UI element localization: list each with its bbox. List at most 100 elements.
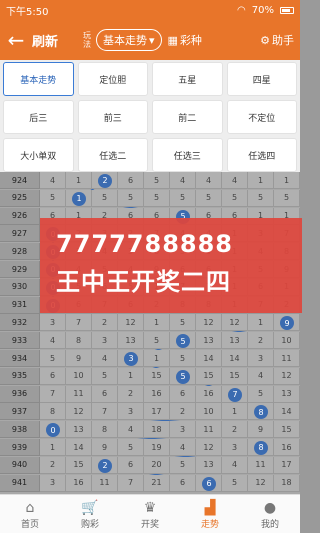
table-cell: 12	[222, 314, 248, 332]
table-row: 9323721215121219	[0, 314, 300, 332]
table-cell: 17	[274, 456, 300, 474]
issue-number: 929	[0, 261, 40, 278]
menu-item-7[interactable]: 不定位	[226, 100, 297, 134]
table-cell: 6	[170, 474, 196, 492]
menu-item-6[interactable]: 前二	[152, 100, 223, 134]
issue-number: 940	[0, 456, 40, 474]
wifi-icon: ◠	[237, 4, 246, 16]
menu-item-9[interactable]: 任选二	[77, 138, 148, 172]
winning-number-ball: 5	[176, 334, 190, 349]
table-cell: 16	[196, 385, 222, 403]
table-cell: 11	[274, 350, 300, 367]
table-cell: 5	[170, 189, 196, 207]
table-cell: 1	[144, 350, 170, 367]
table-row: 9345943151414311	[0, 350, 300, 367]
table-row: 93671162166167513	[0, 385, 300, 403]
back-arrow-icon[interactable]: ←	[0, 28, 32, 52]
grid-icon: ▦	[167, 33, 178, 47]
table-cell: 15	[66, 456, 92, 474]
menu-item-4[interactable]: 后三	[3, 100, 74, 134]
winning-number-ball: 0	[46, 423, 60, 438]
table-cell: 13	[196, 456, 222, 474]
tab-cart[interactable]: 🛒 购彩	[60, 495, 120, 533]
menu-item-11[interactable]: 任选四	[226, 138, 297, 172]
table-cell: 9	[248, 421, 274, 439]
menu-item-10[interactable]: 任选三	[152, 138, 223, 172]
tab-label: 走势	[200, 519, 219, 530]
trend-icon: ▟	[204, 499, 216, 516]
tab-label: 开奖	[140, 519, 159, 530]
menu-item-2[interactable]: 五星	[152, 62, 223, 96]
table-cell: 12	[248, 474, 274, 492]
table-cell: 7	[118, 474, 144, 492]
cart-icon: 🛒	[81, 499, 99, 516]
tab-home[interactable]: ⌂ 首页	[0, 495, 60, 533]
table-cell: 19	[144, 439, 170, 456]
tab-person[interactable]: ● 我的	[240, 495, 300, 533]
table-cell: 5	[144, 172, 170, 189]
tab-label: 我的	[260, 519, 279, 530]
battery-icon	[280, 6, 294, 14]
table-cell: 15	[144, 367, 170, 385]
table-cell: 3	[118, 403, 144, 421]
table-cell: 14	[196, 350, 222, 367]
table-cell: 5	[248, 189, 274, 207]
tab-label: 首页	[20, 519, 39, 530]
table-cell: 16	[274, 439, 300, 456]
refresh-button[interactable]: 刷新	[32, 31, 76, 50]
home-icon: ⌂	[25, 499, 35, 516]
ad-overlay-banner[interactable]: 7777788888 王中王开奖二四	[40, 218, 302, 313]
menu-item-3[interactable]: 四星	[226, 62, 297, 96]
play-type-select[interactable]: 基本走势 ▾	[96, 29, 162, 51]
person-icon: ●	[263, 499, 277, 516]
table-cell: 13	[196, 332, 222, 350]
table-cell: 6	[118, 456, 144, 474]
helper-button[interactable]: ⚙ 助手	[260, 32, 294, 48]
menu-item-1[interactable]: 定位胆	[77, 62, 148, 96]
table-cell: 14	[66, 439, 92, 456]
table-cell: 1	[248, 314, 274, 332]
table-cell: 12	[196, 439, 222, 456]
issue-number: 926	[0, 207, 40, 225]
table-cell: 15	[222, 367, 248, 385]
helper-label: 助手	[272, 34, 294, 47]
winning-number-ball: 6	[202, 476, 216, 491]
table-cell: 1	[222, 403, 248, 421]
table-cell: 5	[144, 332, 170, 350]
table-cell: 11	[92, 474, 118, 492]
table-cell: 4	[248, 367, 274, 385]
table-cell: 1	[248, 172, 274, 189]
table-cell: 2	[222, 421, 248, 439]
tab-trophy[interactable]: ♛ 开奖	[120, 495, 180, 533]
table-cell: 5	[196, 189, 222, 207]
ad-line-1: 7777788888	[56, 230, 233, 258]
table-row: 9244126544411	[0, 172, 300, 189]
table-cell: 3	[40, 314, 66, 332]
menu-item-0[interactable]: 基本走势	[3, 62, 74, 96]
issue-number: 931	[0, 296, 40, 314]
chevron-down-icon: ▾	[149, 33, 155, 47]
lottery-kind-button[interactable]: ▦ 彩种	[168, 32, 202, 48]
table-cell: 3	[40, 474, 66, 492]
table-cell: 7	[92, 403, 118, 421]
menu-item-5[interactable]: 前三	[77, 100, 148, 134]
table-cell: 17	[144, 403, 170, 421]
table-cell: 13	[118, 332, 144, 350]
table-cell: 5	[92, 189, 118, 207]
lottery-kind-label: 彩种	[179, 34, 202, 47]
trophy-icon: ♛	[143, 499, 157, 516]
table-cell: 8	[40, 403, 66, 421]
table-cell: 16	[144, 385, 170, 403]
table-cell: 16	[66, 474, 92, 492]
tab-trend[interactable]: ▟ 走势	[180, 495, 240, 533]
table-cell: 11	[248, 456, 274, 474]
status-time: 下午5:50	[6, 6, 49, 18]
table-cell: 14	[222, 350, 248, 367]
menu-item-8[interactable]: 大小单双	[3, 138, 74, 172]
table-cell: 6	[92, 385, 118, 403]
table-cell: 5	[118, 189, 144, 207]
table-row: 9255155555555	[0, 189, 300, 207]
issue-number: 935	[0, 367, 40, 385]
winning-number-ball: 7	[228, 387, 242, 402]
ad-line-2: 王中王开奖二四	[56, 268, 231, 296]
